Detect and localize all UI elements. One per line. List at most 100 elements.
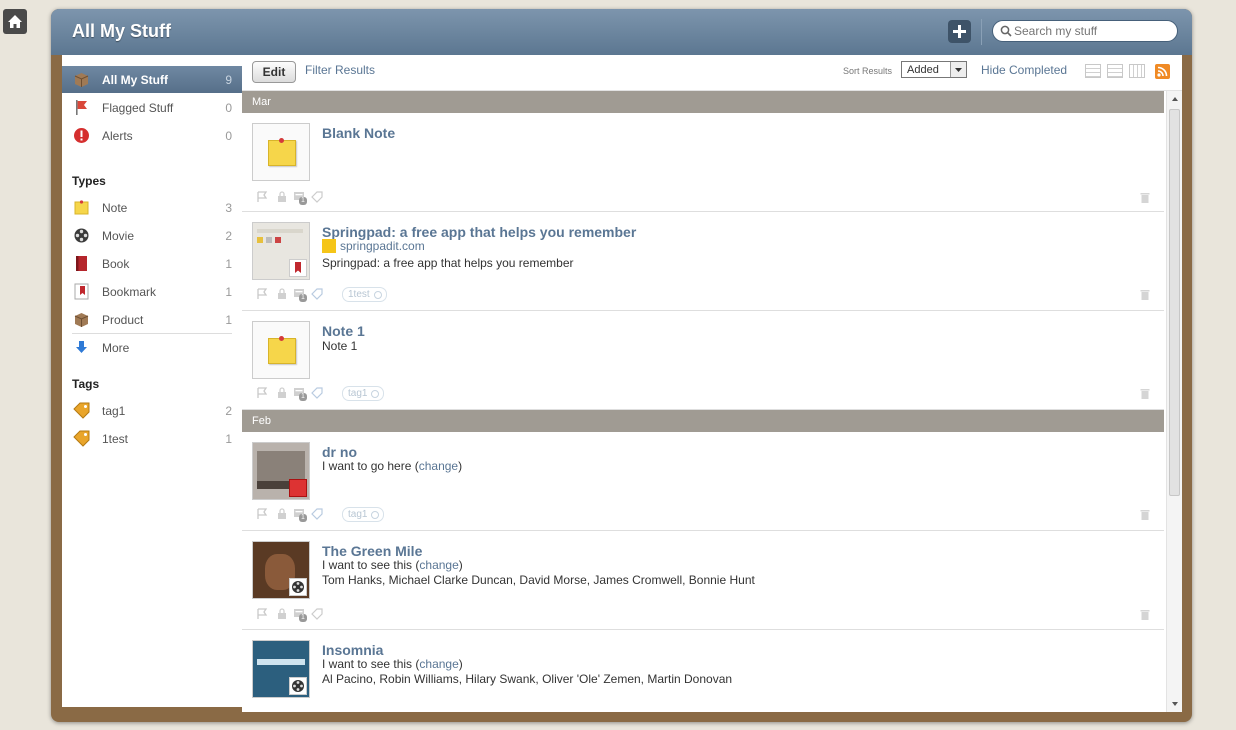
hide-completed-link[interactable]: Hide Completed xyxy=(981,63,1067,77)
sidebar-item-label: Book xyxy=(102,257,130,271)
item-title[interactable]: Note 1 xyxy=(322,323,365,339)
types-heading: Types xyxy=(72,174,106,188)
scroll-thumb[interactable] xyxy=(1169,109,1180,496)
trash-icon[interactable] xyxy=(1140,388,1150,399)
change-link[interactable]: change xyxy=(419,459,458,473)
sidebar-item-label: Flagged Stuff xyxy=(102,101,174,115)
tag-icon[interactable] xyxy=(311,191,323,203)
change-link[interactable]: change xyxy=(419,558,458,572)
item-tag[interactable]: tag1 xyxy=(342,507,385,522)
list-item[interactable]: Note 1 Note 1 1 tag1 xyxy=(242,311,1164,410)
sidebar-item-label: 1test xyxy=(102,432,129,446)
item-source[interactable]: springpadit.com xyxy=(322,239,425,253)
sidebar-item-count: 0 xyxy=(225,129,232,143)
sidebar-item-all-my-stuff[interactable]: All My Stuff 9 xyxy=(62,66,242,93)
dropdown-arrow-icon xyxy=(950,62,966,77)
rss-icon[interactable] xyxy=(1155,64,1170,79)
lock-icon[interactable] xyxy=(276,191,288,203)
tag-icon[interactable] xyxy=(311,288,323,300)
lock-icon[interactable] xyxy=(276,288,288,300)
flag-icon[interactable] xyxy=(256,288,268,300)
list-item[interactable]: dr no I want to go here (change) 1 tag1 xyxy=(242,432,1164,531)
grid-view-icon[interactable] xyxy=(1129,64,1145,78)
list-item[interactable]: Insomnia I want to see this (change) Al … xyxy=(242,630,1164,712)
scroll-down-icon[interactable] xyxy=(1170,700,1180,708)
search-input[interactable] xyxy=(1014,23,1164,39)
tag-icon xyxy=(73,402,90,419)
note-icon xyxy=(268,138,296,166)
item-actions: 1 xyxy=(256,191,366,205)
item-title[interactable]: Insomnia xyxy=(322,642,383,658)
lock-icon[interactable] xyxy=(276,508,288,520)
comment-count: 1 xyxy=(299,197,307,205)
filter-results-link[interactable]: Filter Results xyxy=(305,63,375,77)
item-description: Note 1 xyxy=(322,339,358,353)
item-thumbnail xyxy=(252,541,310,599)
list-item[interactable]: Blank Note 1 xyxy=(242,113,1164,212)
sidebar-item-tag1[interactable]: tag1 2 xyxy=(62,397,242,424)
sidebar-item-product[interactable]: Product 1 xyxy=(62,306,242,333)
sidebar-item-1test[interactable]: 1test 1 xyxy=(62,425,242,452)
add-button[interactable] xyxy=(948,20,971,43)
comment-count: 1 xyxy=(299,514,307,522)
flag-icon[interactable] xyxy=(256,387,268,399)
flag-icon[interactable] xyxy=(256,191,268,203)
item-title[interactable]: dr no xyxy=(322,444,357,460)
sidebar-item-count: 1 xyxy=(225,432,232,446)
list-item[interactable]: The Green Mile I want to see this (chang… xyxy=(242,531,1164,630)
home-button[interactable] xyxy=(3,9,27,34)
item-actions: 1 tag1 xyxy=(256,386,385,401)
item-thumbnail xyxy=(252,321,310,379)
trash-icon[interactable] xyxy=(1140,192,1150,203)
flag-icon[interactable] xyxy=(256,508,268,520)
film-reel-icon xyxy=(74,228,89,243)
sidebar-item-count: 2 xyxy=(225,229,232,243)
item-thumbnail xyxy=(252,222,310,280)
lock-icon[interactable] xyxy=(276,608,288,620)
sidebar-item-flagged-stuff[interactable]: Flagged Stuff 0 xyxy=(62,94,242,121)
scrollbar[interactable] xyxy=(1166,91,1182,712)
sidebar-item-count: 3 xyxy=(225,201,232,215)
change-link[interactable]: change xyxy=(419,657,458,671)
flag-icon xyxy=(76,100,87,115)
list-item[interactable]: Springpad: a free app that helps you rem… xyxy=(242,212,1164,311)
item-actions: 1 xyxy=(256,608,366,622)
edit-button[interactable]: Edit xyxy=(252,61,296,83)
item-title[interactable]: Blank Note xyxy=(322,125,395,141)
item-cast: Al Pacino, Robin Williams, Hilary Swank,… xyxy=(322,672,733,686)
bookmark-icon xyxy=(74,283,89,300)
item-description: I want to see this (change) xyxy=(322,558,463,572)
flag-icon[interactable] xyxy=(256,608,268,620)
bookmark-icon xyxy=(289,259,307,277)
item-thumbnail xyxy=(252,123,310,181)
sidebar-item-label: All My Stuff xyxy=(102,73,168,87)
film-reel-icon xyxy=(289,677,307,695)
search-box[interactable] xyxy=(992,20,1178,42)
home-icon xyxy=(8,15,22,28)
trash-icon[interactable] xyxy=(1140,609,1150,620)
item-title[interactable]: The Green Mile xyxy=(322,543,422,559)
sidebar-item-bookmark[interactable]: Bookmark 1 xyxy=(62,278,242,305)
item-tag[interactable]: tag1 xyxy=(342,386,385,401)
tag-icon[interactable] xyxy=(311,387,323,399)
trash-icon[interactable] xyxy=(1140,509,1150,520)
sort-select[interactable]: Added xyxy=(901,61,967,78)
detail-view-icon[interactable] xyxy=(1107,64,1123,78)
sidebar-item-note[interactable]: Note 3 xyxy=(62,194,242,221)
sidebar-item-more[interactable]: More xyxy=(62,334,242,361)
favicon-icon xyxy=(322,239,336,253)
lock-icon[interactable] xyxy=(276,387,288,399)
item-tag[interactable]: 1test xyxy=(342,287,387,302)
item-title[interactable]: Springpad: a free app that helps you rem… xyxy=(322,224,636,240)
sidebar-item-count: 1 xyxy=(225,313,232,327)
scroll-up-icon[interactable] xyxy=(1170,95,1180,103)
sidebar-item-alerts[interactable]: Alerts 0 xyxy=(62,122,242,149)
tag-icon[interactable] xyxy=(311,608,323,620)
sidebar-item-movie[interactable]: Movie 2 xyxy=(62,222,242,249)
item-description: I want to see this (change) xyxy=(322,657,463,671)
list-view-icon[interactable] xyxy=(1085,64,1101,78)
tag-icon[interactable] xyxy=(311,508,323,520)
note-icon xyxy=(268,336,296,364)
sidebar-item-book[interactable]: Book 1 xyxy=(62,250,242,277)
trash-icon[interactable] xyxy=(1140,289,1150,300)
